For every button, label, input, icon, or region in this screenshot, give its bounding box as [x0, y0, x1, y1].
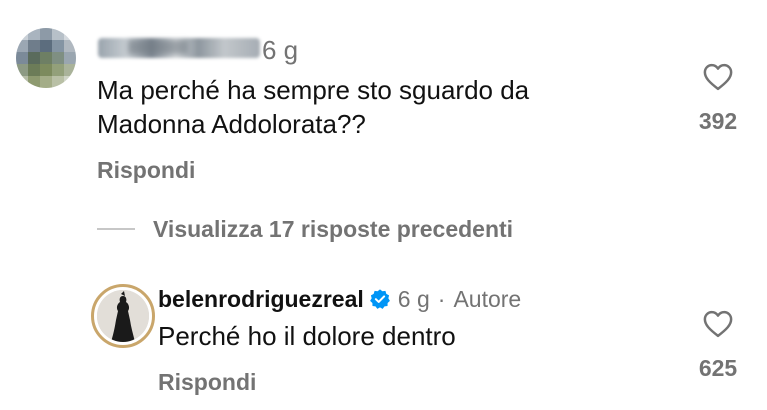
comment-body: Ma perché ha sempre sto sguardo da Madon… — [97, 73, 657, 141]
commenter-avatar[interactable] — [16, 28, 76, 88]
verified-badge-icon — [369, 289, 390, 309]
reply-body: Perché ho il dolore dentro — [158, 319, 678, 353]
heart-outline-icon[interactable] — [703, 63, 733, 91]
comment-thread: 6 g Ma perché ha sempre sto sguardo da M… — [0, 0, 767, 410]
blurred-username[interactable] — [98, 38, 260, 58]
person-silhouette-icon — [97, 290, 149, 342]
comment-time: 6 g — [397, 285, 430, 312]
thread-divider — [97, 228, 135, 230]
author-avatar[interactable] — [91, 284, 155, 348]
reply-text: Perché ho il dolore dentro — [158, 321, 456, 351]
comment-text-line: Ma perché ha sempre sto sguardo da — [97, 75, 530, 105]
heart-outline-icon[interactable] — [703, 310, 733, 338]
reply-button[interactable]: Rispondi — [158, 369, 256, 395]
like-count: 625 — [698, 355, 738, 381]
profile-avatar — [97, 290, 149, 342]
reply-header: belenrodriguezreal 6 g · Autore — [158, 285, 521, 313]
comment-time: 6 g — [262, 35, 299, 65]
author-label: Autore — [453, 285, 522, 312]
view-previous-replies-button[interactable]: Visualizza 17 risposte precedenti — [153, 216, 513, 242]
separator-dot: · — [437, 285, 446, 312]
comment-text-line: Madonna Addolorata?? — [97, 109, 366, 139]
reply-button[interactable]: Rispondi — [97, 157, 195, 183]
username[interactable]: belenrodriguezreal — [158, 286, 364, 313]
like-count: 392 — [698, 108, 738, 134]
